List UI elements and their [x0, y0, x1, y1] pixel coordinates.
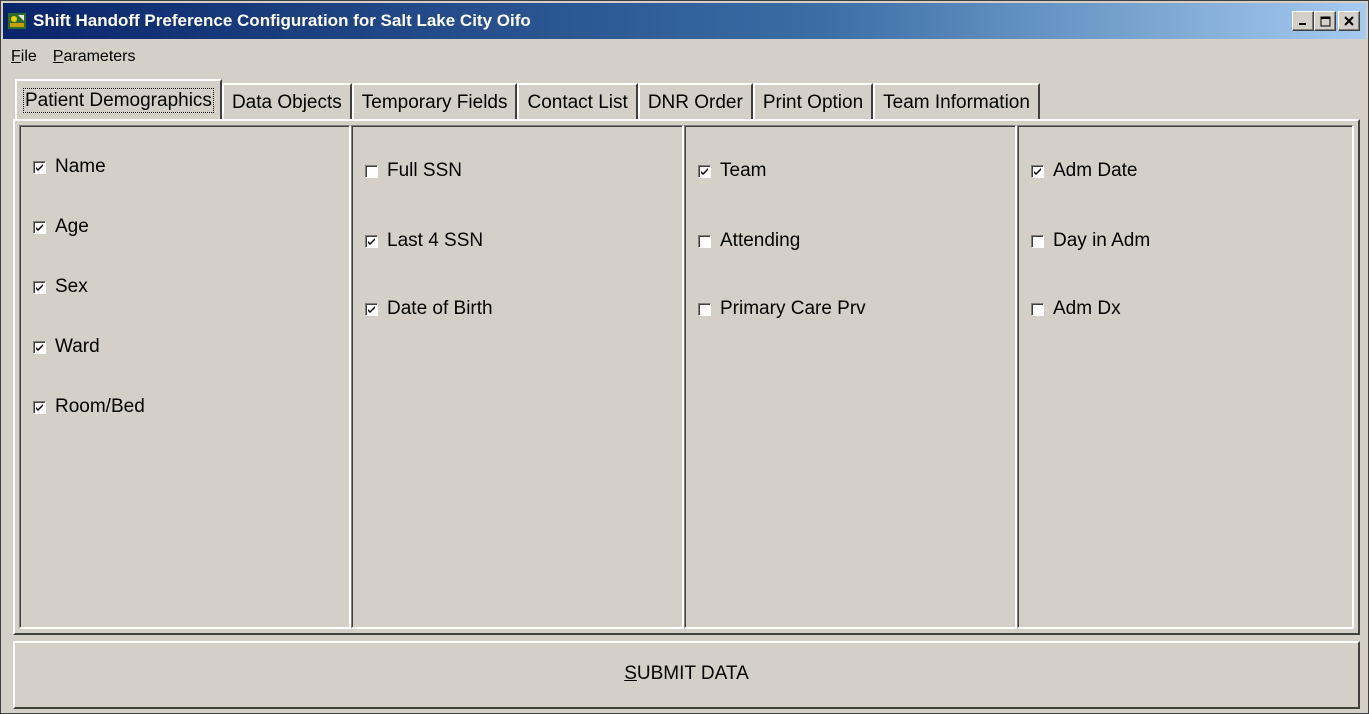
checkbox-label: Adm Date [1053, 160, 1138, 181]
menu-parameters[interactable]: Parameters [45, 43, 144, 71]
checkbox-checked-icon[interactable] [33, 160, 46, 174]
app-window: Shift Handoff Preference Configuration f… [0, 0, 1369, 714]
close-icon [1344, 16, 1354, 26]
menu-bar: File Parameters [3, 43, 144, 71]
window-title: Shift Handoff Preference Configuration f… [33, 11, 531, 30]
minimize-icon [1299, 23, 1306, 25]
checkbox-label: Team [720, 160, 767, 181]
column-2-group: Full SSN Last 4 SSN Date of Birth [351, 125, 684, 629]
tab-label: Print Option [762, 92, 864, 113]
application-icon [8, 13, 26, 29]
checkmark-icon [368, 305, 375, 313]
submit-label: UBMIT DATA [636, 663, 749, 684]
tab-panel: Name Age Sex Ward Room/Bed Full SSN Last 4 SS… [13, 119, 1360, 635]
submit-data-button[interactable]: SUBMIT DATA [13, 641, 1360, 709]
checkbox-ward[interactable]: Ward [33, 335, 100, 359]
tab-patient-demographics[interactable]: Patient Demographics [15, 79, 222, 119]
checkbox-unchecked-icon[interactable] [365, 164, 378, 178]
checkbox-label: Room/Bed [55, 396, 145, 417]
checkbox-date-of-birth[interactable]: Date of Birth [365, 297, 493, 321]
checkbox-team[interactable]: Team [698, 159, 766, 183]
column-1-group: Name Age Sex Ward Room/Bed [19, 125, 351, 629]
checkbox-unchecked-icon[interactable] [1031, 234, 1044, 248]
checkbox-day-in-adm[interactable]: Day in Adm [1031, 229, 1150, 253]
checkmark-icon [701, 167, 708, 175]
tab-label: DNR Order [647, 92, 743, 113]
menu-parameters-accel: P [52, 48, 64, 65]
checkmark-icon [36, 283, 43, 291]
minimize-button[interactable] [1292, 11, 1314, 31]
menu-file[interactable]: File [3, 43, 45, 71]
menu-file-accel: F [11, 48, 21, 65]
tab-strip: Patient Demographics Data Objects Tempor… [15, 79, 1040, 119]
checkbox-label: Primary Care Prv [720, 298, 866, 319]
checkmark-icon [36, 343, 43, 351]
checkbox-unchecked-icon[interactable] [698, 302, 711, 316]
tab-contact-list[interactable]: Contact List [517, 83, 638, 119]
column-3-group: Team Attending Primary Care Prv [684, 125, 1017, 629]
tab-temporary-fields[interactable]: Temporary Fields [351, 83, 518, 119]
checkbox-label: Sex [55, 276, 88, 297]
checkmark-icon [368, 237, 375, 245]
tab-print-option[interactable]: Print Option [752, 83, 874, 119]
close-button[interactable] [1338, 11, 1360, 31]
tab-label: Patient Demographics [23, 88, 214, 113]
checkbox-full-ssn[interactable]: Full SSN [365, 159, 462, 183]
checkmark-icon [36, 223, 43, 231]
tab-data-objects[interactable]: Data Objects [221, 83, 352, 119]
checkbox-checked-icon[interactable] [365, 234, 378, 248]
checkbox-adm-date[interactable]: Adm Date [1031, 159, 1137, 183]
maximize-icon [1320, 16, 1330, 26]
title-bar[interactable]: Shift Handoff Preference Configuration f… [3, 3, 1366, 39]
maximize-button[interactable] [1314, 11, 1336, 31]
tab-label: Data Objects [231, 92, 342, 113]
checkbox-label: Adm Dx [1053, 298, 1121, 319]
checkbox-checked-icon[interactable] [33, 400, 46, 414]
checkbox-attending[interactable]: Attending [698, 229, 800, 253]
checkbox-adm-dx[interactable]: Adm Dx [1031, 297, 1121, 321]
checkbox-unchecked-icon[interactable] [698, 234, 711, 248]
checkbox-room-bed[interactable]: Room/Bed [33, 395, 145, 419]
checkbox-checked-icon[interactable] [1031, 164, 1044, 178]
checkbox-unchecked-icon[interactable] [1031, 302, 1044, 316]
checkbox-sex[interactable]: Sex [33, 275, 88, 299]
menu-file-label: ile [20, 48, 37, 65]
checkbox-label: Full SSN [387, 160, 462, 181]
checkbox-label: Date of Birth [387, 298, 493, 319]
menu-parameters-label: arameters [63, 48, 136, 65]
checkbox-last-4-ssn[interactable]: Last 4 SSN [365, 229, 483, 253]
checkbox-label: Ward [55, 336, 100, 357]
checkbox-label: Last 4 SSN [387, 230, 484, 251]
tab-label: Temporary Fields [361, 92, 508, 113]
tab-label: Team Information [883, 92, 1030, 113]
tab-team-information[interactable]: Team Information [873, 83, 1040, 119]
checkbox-name[interactable]: Name [33, 155, 106, 179]
checkbox-checked-icon[interactable] [33, 220, 46, 234]
checkmark-icon [36, 403, 43, 411]
tab-label: Contact List [527, 92, 628, 113]
checkmark-icon [1034, 167, 1041, 175]
checkmark-icon [36, 163, 43, 171]
checkbox-label: Day in Adm [1053, 230, 1151, 251]
checkbox-label: Age [55, 216, 89, 237]
checkbox-primary-care-prv[interactable]: Primary Care Prv [698, 297, 866, 321]
checkbox-checked-icon[interactable] [33, 280, 46, 294]
checkbox-label: Name [55, 156, 106, 177]
checkbox-checked-icon[interactable] [365, 302, 378, 316]
checkbox-age[interactable]: Age [33, 215, 89, 239]
checkbox-label: Attending [720, 230, 801, 251]
tab-dnr-order[interactable]: DNR Order [637, 83, 753, 119]
checkbox-checked-icon[interactable] [33, 340, 46, 354]
submit-accel: S [624, 663, 637, 684]
column-4-group: Adm Date Day in Adm Adm Dx [1017, 125, 1354, 629]
checkbox-checked-icon[interactable] [698, 164, 711, 178]
